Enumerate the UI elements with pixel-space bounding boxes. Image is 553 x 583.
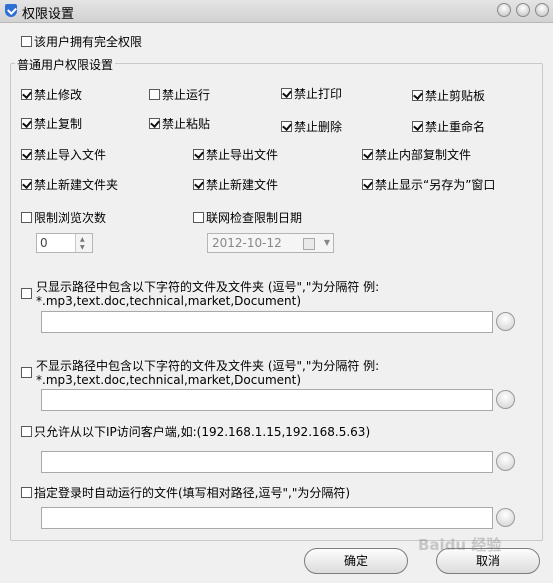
checkbox-box[interactable]: [193, 212, 204, 223]
maximize-icon[interactable]: [516, 3, 530, 17]
no-internal-copy-checkbox[interactable]: 禁止内部复制文件: [362, 147, 471, 162]
close-icon[interactable]: [535, 3, 549, 17]
shield-icon: [5, 4, 17, 17]
no-print-checkbox[interactable]: 禁止打印: [281, 86, 342, 101]
minimize-icon[interactable]: [497, 3, 511, 17]
ip-only-input[interactable]: [41, 451, 493, 473]
checkbox-box[interactable]: [21, 426, 32, 437]
no-delete-checkbox[interactable]: 禁止删除: [281, 119, 342, 134]
checkbox-box[interactable]: [281, 121, 292, 132]
checkbox-box[interactable]: [21, 367, 32, 378]
checkbox-box[interactable]: [193, 149, 204, 160]
only-show-label: 只显示路径中包含以下字符的文件及文件夹 (逗号","为分隔符 例:: [36, 280, 380, 294]
checkbox-box[interactable]: [21, 487, 32, 498]
limit-date-value: 2012-10-12: [212, 236, 282, 250]
no-modify-checkbox[interactable]: 禁止修改: [21, 87, 82, 102]
up-arrow-icon[interactable]: ▲: [80, 237, 85, 243]
no-import-checkbox[interactable]: 禁止导入文件: [21, 147, 106, 162]
no-export-checkbox[interactable]: 禁止导出文件: [193, 147, 278, 162]
online-check-checkbox[interactable]: 联网检查限制日期: [193, 210, 302, 225]
checkbox-box[interactable]: [21, 288, 32, 299]
no-clipboard-checkbox[interactable]: 禁止剪贴板: [412, 88, 485, 103]
not-show-label: 不显示路径中包含以下字符的文件及文件夹 (逗号","为分隔符 例:: [36, 359, 380, 373]
not-show-action-button[interactable]: [496, 390, 515, 409]
checkbox-box[interactable]: [149, 118, 160, 129]
ip-only-action-button[interactable]: [496, 452, 515, 471]
calendar-icon[interactable]: [303, 238, 315, 250]
checkbox-box[interactable]: [193, 179, 204, 190]
limit-date-picker[interactable]: 2012-10-12 ▼: [207, 233, 334, 253]
autorun-input[interactable]: [41, 507, 493, 529]
ip-only-checkbox[interactable]: 只允许从以下IP访问客户端,如:(192.168.1.15,192.168.5.…: [21, 424, 370, 439]
checkbox-box[interactable]: [362, 179, 373, 190]
window-title: 权限设置: [22, 7, 75, 22]
no-new-file-checkbox[interactable]: 禁止新建文件: [193, 177, 278, 192]
checkbox-box[interactable]: [362, 149, 373, 160]
only-show-checkbox[interactable]: [21, 286, 32, 300]
no-copy-checkbox[interactable]: 禁止复制: [21, 116, 82, 131]
title-bar: 权限设置: [0, 0, 553, 23]
only-show-input[interactable]: [41, 311, 493, 333]
checkbox-box[interactable]: [21, 212, 32, 223]
checkbox-box[interactable]: [21, 179, 32, 190]
only-show-example: *.mp3,text.doc,technical,market,Document…: [36, 294, 302, 308]
down-arrow-icon[interactable]: ▼: [80, 245, 85, 251]
no-save-as-checkbox[interactable]: 禁止显示“另存为”窗口: [362, 177, 495, 192]
watermark: Baidu 经验: [418, 536, 502, 554]
checkbox-box[interactable]: [21, 89, 32, 100]
checkbox-box[interactable]: [21, 36, 32, 47]
checkbox-box[interactable]: [412, 90, 423, 101]
no-rename-checkbox[interactable]: 禁止重命名: [412, 119, 485, 134]
not-show-checkbox[interactable]: [21, 365, 32, 379]
ok-button[interactable]: 确定: [304, 548, 408, 574]
checkbox-box[interactable]: [21, 118, 32, 129]
checkbox-box[interactable]: [281, 88, 292, 99]
autorun-action-button[interactable]: [496, 508, 515, 527]
not-show-input[interactable]: [41, 389, 493, 411]
full-permission-checkbox[interactable]: 该用户拥有完全权限: [21, 34, 142, 49]
stepper-buttons[interactable]: ▲ ▼: [75, 234, 92, 252]
not-show-example: *.mp3,text.doc,technical,market,Document…: [36, 373, 302, 387]
no-paste-checkbox[interactable]: 禁止粘贴: [149, 116, 210, 131]
group-title: 普通用户权限设置: [15, 56, 116, 73]
no-new-folder-checkbox[interactable]: 禁止新建文件夹: [21, 177, 118, 192]
no-run-checkbox[interactable]: 禁止运行: [149, 87, 210, 102]
chevron-down-icon[interactable]: ▼: [324, 238, 330, 247]
checkbox-box[interactable]: [149, 89, 160, 100]
only-show-action-button[interactable]: [496, 312, 515, 331]
autorun-checkbox[interactable]: 指定登录时自动运行的文件(填写相对路径,逗号","为分隔符): [21, 485, 350, 500]
limit-views-checkbox[interactable]: 限制浏览次数: [21, 210, 106, 225]
checkbox-box[interactable]: [412, 121, 423, 132]
view-count-stepper[interactable]: 0 ▲ ▼: [36, 233, 93, 253]
view-count-value: 0: [40, 236, 48, 250]
checkbox-box[interactable]: [21, 149, 32, 160]
